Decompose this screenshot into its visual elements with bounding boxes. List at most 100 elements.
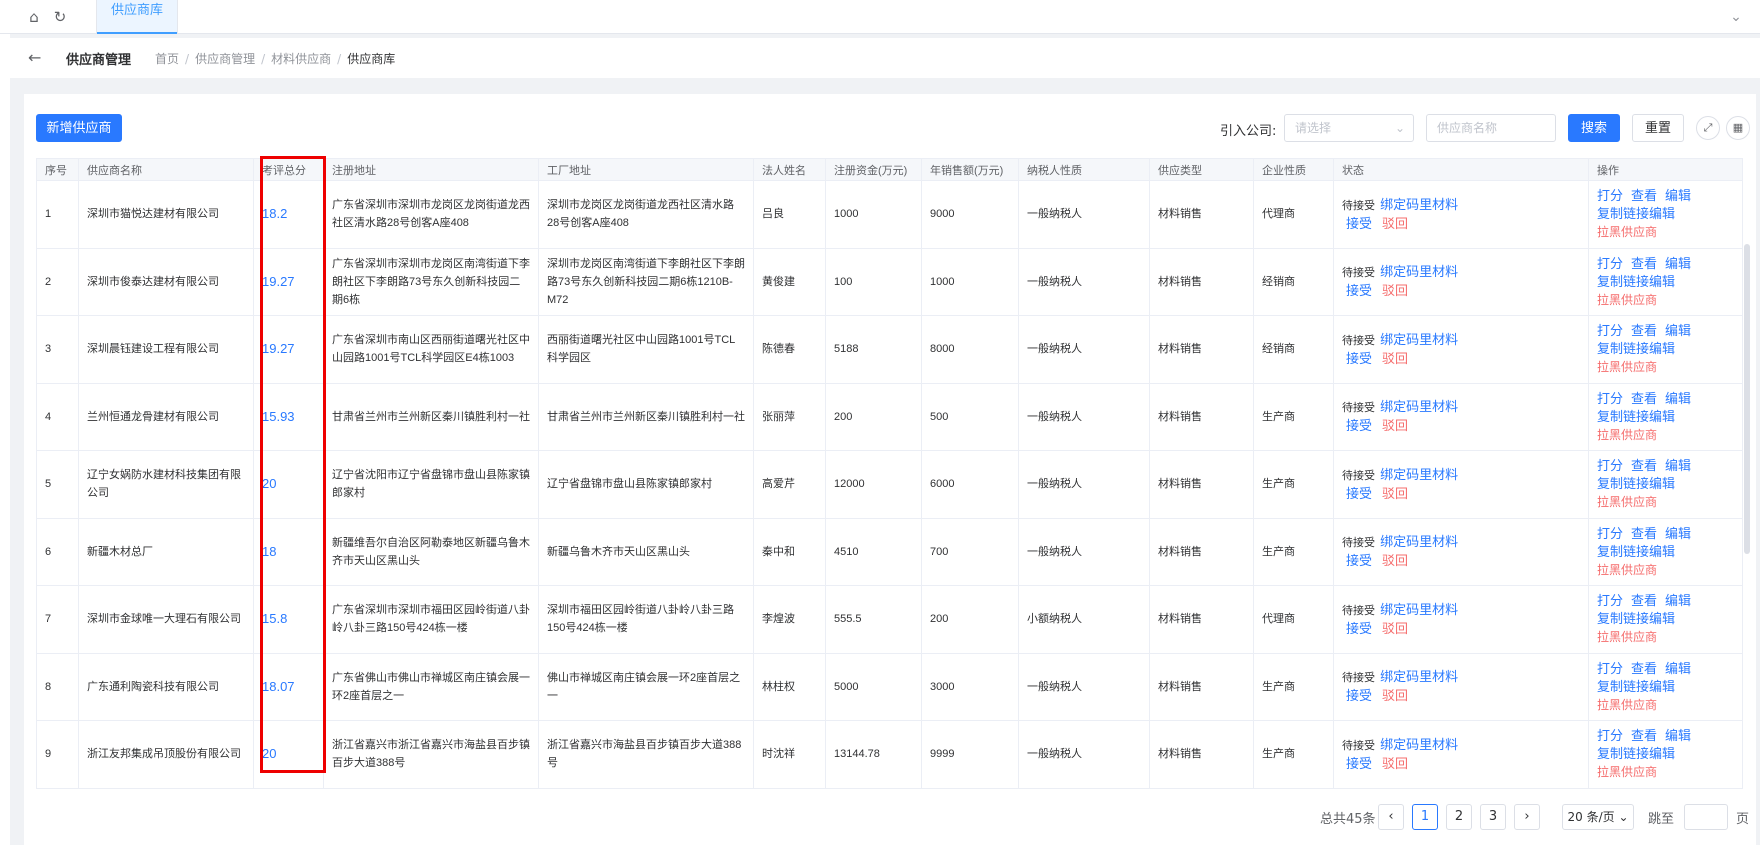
copy-link-edit-action[interactable]: 复制链接编辑 xyxy=(1597,341,1675,356)
bind-material-link[interactable]: 绑定码里材料 xyxy=(1380,197,1458,212)
breadcrumb-item[interactable]: 材料供应商 xyxy=(271,52,331,66)
blacklist-action-link[interactable]: 拉黑供应商 xyxy=(1597,360,1657,374)
page-2-button[interactable]: 2 xyxy=(1446,804,1472,830)
view-action-link[interactable]: 查看 xyxy=(1631,391,1657,406)
edit-action-link[interactable]: 编辑 xyxy=(1665,323,1691,338)
reject-link[interactable]: 驳回 xyxy=(1382,418,1408,433)
bind-material-link[interactable]: 绑定码里材料 xyxy=(1380,737,1458,752)
refresh-icon[interactable]: ↻ xyxy=(50,7,70,27)
reject-link[interactable]: 驳回 xyxy=(1382,756,1408,771)
add-supplier-button[interactable]: 新增供应商 xyxy=(36,114,122,142)
copy-link-edit-action[interactable]: 复制链接编辑 xyxy=(1597,476,1675,491)
score-action-link[interactable]: 打分 xyxy=(1597,188,1623,203)
tab-supplier-library[interactable]: 供应商库 xyxy=(96,0,179,34)
columns-grid-icon[interactable]: ▦ xyxy=(1726,116,1750,140)
company-select[interactable]: 请选择 ⌄ xyxy=(1284,114,1414,142)
goto-page-input[interactable] xyxy=(1684,804,1728,830)
copy-link-edit-action[interactable]: 复制链接编辑 xyxy=(1597,611,1675,626)
blacklist-action-link[interactable]: 拉黑供应商 xyxy=(1597,225,1657,239)
edit-action-link[interactable]: 编辑 xyxy=(1665,391,1691,406)
accept-link[interactable]: 接受 xyxy=(1346,216,1372,231)
copy-link-edit-action[interactable]: 复制链接编辑 xyxy=(1597,409,1675,424)
reject-link[interactable]: 驳回 xyxy=(1382,621,1408,636)
home-icon[interactable]: ⌂ xyxy=(24,7,44,27)
breadcrumb-item[interactable]: 首页 xyxy=(155,52,179,66)
blacklist-action-link[interactable]: 拉黑供应商 xyxy=(1597,698,1657,712)
score-action-link[interactable]: 打分 xyxy=(1597,526,1623,541)
reject-link[interactable]: 驳回 xyxy=(1382,216,1408,231)
prev-page-button[interactable]: ‹ xyxy=(1378,804,1404,830)
reject-link[interactable]: 驳回 xyxy=(1382,351,1408,366)
blacklist-action-link[interactable]: 拉黑供应商 xyxy=(1597,630,1657,644)
page-1-button[interactable]: 1 xyxy=(1412,804,1438,830)
reject-link[interactable]: 驳回 xyxy=(1382,283,1408,298)
edit-action-link[interactable]: 编辑 xyxy=(1665,593,1691,608)
reject-link[interactable]: 驳回 xyxy=(1382,688,1408,703)
cell-score[interactable]: 20 xyxy=(253,450,324,519)
score-action-link[interactable]: 打分 xyxy=(1597,661,1623,676)
cell-score[interactable]: 18 xyxy=(253,517,324,586)
bind-material-link[interactable]: 绑定码里材料 xyxy=(1380,399,1458,414)
edit-action-link[interactable]: 编辑 xyxy=(1665,526,1691,541)
view-action-link[interactable]: 查看 xyxy=(1631,188,1657,203)
reject-link[interactable]: 驳回 xyxy=(1382,486,1408,501)
page-3-button[interactable]: 3 xyxy=(1480,804,1506,830)
cell-score[interactable]: 20 xyxy=(253,720,324,789)
copy-link-edit-action[interactable]: 复制链接编辑 xyxy=(1597,274,1675,289)
view-action-link[interactable]: 查看 xyxy=(1631,593,1657,608)
cell-score[interactable]: 15.8 xyxy=(253,585,324,654)
chevron-down-icon[interactable]: ⌄ xyxy=(1726,7,1746,27)
blacklist-action-link[interactable]: 拉黑供应商 xyxy=(1597,428,1657,442)
reset-button[interactable]: 重置 xyxy=(1632,114,1684,142)
back-arrow-icon[interactable]: ← xyxy=(28,48,41,67)
edit-action-link[interactable]: 编辑 xyxy=(1665,188,1691,203)
next-page-button[interactable]: › xyxy=(1514,804,1540,830)
cell-score[interactable]: 19.27 xyxy=(253,315,324,384)
accept-link[interactable]: 接受 xyxy=(1346,621,1372,636)
bind-material-link[interactable]: 绑定码里材料 xyxy=(1380,332,1458,347)
view-action-link[interactable]: 查看 xyxy=(1631,256,1657,271)
accept-link[interactable]: 接受 xyxy=(1346,553,1372,568)
bind-material-link[interactable]: 绑定码里材料 xyxy=(1380,602,1458,617)
search-button[interactable]: 搜索 xyxy=(1568,114,1620,142)
score-action-link[interactable]: 打分 xyxy=(1597,728,1623,743)
fullscreen-icon[interactable]: ⤢ xyxy=(1696,116,1720,140)
bind-material-link[interactable]: 绑定码里材料 xyxy=(1380,534,1458,549)
score-action-link[interactable]: 打分 xyxy=(1597,458,1623,473)
breadcrumb-item[interactable]: 供应商管理 xyxy=(195,52,255,66)
score-action-link[interactable]: 打分 xyxy=(1597,593,1623,608)
accept-link[interactable]: 接受 xyxy=(1346,486,1372,501)
view-action-link[interactable]: 查看 xyxy=(1631,526,1657,541)
copy-link-edit-action[interactable]: 复制链接编辑 xyxy=(1597,746,1675,761)
view-action-link[interactable]: 查看 xyxy=(1631,728,1657,743)
cell-score[interactable]: 15.93 xyxy=(253,382,324,451)
edit-action-link[interactable]: 编辑 xyxy=(1665,661,1691,676)
accept-link[interactable]: 接受 xyxy=(1346,283,1372,298)
reject-link[interactable]: 驳回 xyxy=(1382,553,1408,568)
edit-action-link[interactable]: 编辑 xyxy=(1665,728,1691,743)
edit-action-link[interactable]: 编辑 xyxy=(1665,256,1691,271)
edit-action-link[interactable]: 编辑 xyxy=(1665,458,1691,473)
view-action-link[interactable]: 查看 xyxy=(1631,323,1657,338)
copy-link-edit-action[interactable]: 复制链接编辑 xyxy=(1597,206,1675,221)
bind-material-link[interactable]: 绑定码里材料 xyxy=(1380,264,1458,279)
score-action-link[interactable]: 打分 xyxy=(1597,256,1623,271)
cell-score[interactable]: 19.27 xyxy=(253,247,324,316)
blacklist-action-link[interactable]: 拉黑供应商 xyxy=(1597,765,1657,779)
cell-score[interactable]: 18.07 xyxy=(253,652,324,721)
score-action-link[interactable]: 打分 xyxy=(1597,323,1623,338)
page-size-select[interactable]: 20 条/页 ⌄ xyxy=(1562,804,1634,830)
accept-link[interactable]: 接受 xyxy=(1346,351,1372,366)
view-action-link[interactable]: 查看 xyxy=(1631,661,1657,676)
cell-score[interactable]: 18.2 xyxy=(253,180,324,249)
accept-link[interactable]: 接受 xyxy=(1346,688,1372,703)
accept-link[interactable]: 接受 xyxy=(1346,756,1372,771)
copy-link-edit-action[interactable]: 复制链接编辑 xyxy=(1597,679,1675,694)
bind-material-link[interactable]: 绑定码里材料 xyxy=(1380,467,1458,482)
bind-material-link[interactable]: 绑定码里材料 xyxy=(1380,669,1458,684)
view-action-link[interactable]: 查看 xyxy=(1631,458,1657,473)
blacklist-action-link[interactable]: 拉黑供应商 xyxy=(1597,293,1657,307)
blacklist-action-link[interactable]: 拉黑供应商 xyxy=(1597,495,1657,509)
accept-link[interactable]: 接受 xyxy=(1346,418,1372,433)
supplier-name-input[interactable]: 供应商名称 xyxy=(1426,114,1556,142)
